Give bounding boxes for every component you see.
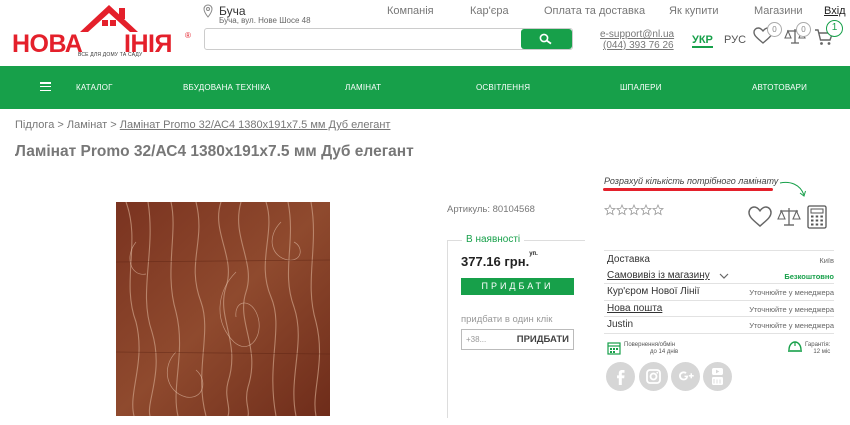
- page-title: Ламінат Promo 32/АС4 1380х191х7.5 мм Дуб…: [15, 143, 414, 160]
- one-click-phone-field[interactable]: +38... ПРИДБАТИ: [461, 329, 574, 350]
- breadcrumb: Підлога > Ламінат > Ламінат Promo 32/АС4…: [15, 119, 390, 131]
- stock-status: В наявності: [462, 234, 525, 245]
- return-line-2: до 14 днів: [650, 349, 679, 355]
- delivery-label: Justin: [607, 319, 634, 330]
- nav-lighting[interactable]: Освітлення: [476, 83, 530, 92]
- product-price: 377.16 грн.уп.: [461, 250, 538, 269]
- delivery-row: Кур'єром Нової Лінії Уточнюйте у менедже…: [604, 284, 834, 300]
- return-exchange-text: Повернення/обмін до 14 днів: [624, 342, 678, 356]
- nav-auto-goods[interactable]: Автотовари: [752, 83, 807, 92]
- delivery-row: Доставка Київ: [604, 252, 834, 268]
- delivery-value: Уточнюйте у менеджера: [749, 288, 834, 297]
- delivery-value: Уточнюйте у менеджера: [749, 305, 834, 314]
- price-value: 377.16 грн.: [461, 254, 530, 269]
- add-to-compare-icon[interactable]: [777, 206, 801, 228]
- warranty-icon: [788, 341, 802, 352]
- nav-wallpaper[interactable]: Шпалери: [620, 83, 662, 92]
- google-plus-button[interactable]: [671, 362, 700, 391]
- warranty-line-2: 12 міс: [813, 349, 831, 355]
- nav-catalog[interactable]: Каталог: [76, 83, 113, 92]
- favorites-count-badge: 0: [767, 22, 782, 37]
- main-navigation: Каталог Вбудована техніка Ламінат Освітл…: [0, 66, 850, 109]
- delivery-label: Кур'єром Нової Лінії: [607, 286, 700, 297]
- delivery-row[interactable]: Самовивіз із магазину Безкоштовно: [604, 268, 834, 284]
- language-rus[interactable]: РУС: [724, 34, 746, 46]
- return-line-1: Повернення/обмін: [624, 342, 676, 348]
- chevron-down-icon[interactable]: [719, 273, 729, 280]
- top-link-company[interactable]: Компанія: [387, 5, 434, 17]
- login-link[interactable]: Вхід: [824, 5, 846, 17]
- top-link-payment-delivery[interactable]: Оплата та доставка: [544, 5, 645, 17]
- divider: [604, 333, 834, 334]
- top-link-how-to-buy[interactable]: Як купити: [669, 5, 719, 17]
- google-plus-icon: [679, 371, 694, 381]
- divider: [604, 250, 834, 251]
- warranty-line-1: Гарантія:: [805, 342, 831, 348]
- compare-count-badge: 0: [796, 22, 811, 37]
- laminate-calculator-link[interactable]: Розрахуй кількість потрібного ламінату: [604, 176, 778, 186]
- rating-stars[interactable]: [604, 204, 664, 216]
- youtube-icon: [712, 368, 723, 385]
- facebook-icon: [617, 370, 625, 385]
- breadcrumb-laminate[interactable]: Ламінат: [67, 119, 107, 131]
- nav-laminate[interactable]: Ламінат: [345, 83, 381, 92]
- nav-built-in-appliances[interactable]: Вбудована техніка: [183, 83, 270, 92]
- location-pin-icon: [203, 4, 213, 18]
- breadcrumb-separator: >: [110, 119, 117, 131]
- return-exchange-icon: [607, 342, 621, 355]
- cart-count-badge: 1: [826, 20, 843, 37]
- logo-tagline: ВСЕ ДЛЯ ДОМУ ТА САДУ: [78, 52, 143, 58]
- delivery-value: Київ: [819, 256, 834, 265]
- site-logo[interactable]: НОВА ІНІЯ ® ВСЕ ДЛЯ ДОМУ ТА САДУ: [12, 4, 197, 60]
- one-click-label: придбати в один клік: [461, 314, 553, 325]
- delivery-value: Уточнюйте у менеджера: [749, 321, 834, 330]
- product-image[interactable]: [116, 202, 330, 416]
- add-to-favorites-icon[interactable]: [748, 206, 772, 228]
- instagram-button[interactable]: [639, 362, 668, 391]
- calculator-highlight-underline: [603, 188, 773, 191]
- logo-registered-mark: ®: [185, 31, 191, 40]
- facebook-button[interactable]: [606, 362, 635, 391]
- menu-burger-icon[interactable]: [40, 82, 51, 92]
- store-address: Буча, вул. Нове Шосе 48: [219, 16, 311, 25]
- top-link-career[interactable]: Кар'єра: [470, 5, 509, 17]
- breadcrumb-floor[interactable]: Підлога: [15, 119, 54, 131]
- phone-placeholder: +38...: [466, 335, 487, 344]
- buy-button[interactable]: ПРИДБАТИ: [461, 278, 574, 295]
- delivery-label: Доставка: [607, 254, 650, 265]
- price-unit: уп.: [529, 250, 538, 257]
- curved-arrow-icon: [779, 181, 806, 197]
- breadcrumb-separator: >: [57, 119, 64, 131]
- calculator-icon[interactable]: [807, 205, 827, 229]
- logo-word-left: НОВА: [12, 30, 83, 58]
- delivery-row: Justin Уточнюйте у менеджера: [604, 317, 834, 333]
- product-article-number: Артикуль: 80104568: [447, 204, 535, 215]
- delivery-row[interactable]: Нова пошта Уточнюйте у менеджера: [604, 301, 834, 317]
- support-phone-link[interactable]: (044) 393 76 26: [603, 40, 674, 51]
- top-link-stores[interactable]: Магазини: [754, 5, 803, 17]
- search-input[interactable]: [204, 28, 573, 50]
- search-icon: [539, 33, 552, 45]
- delivery-value: Безкоштовно: [784, 272, 834, 281]
- site-header: НОВА ІНІЯ ® ВСЕ ДЛЯ ДОМУ ТА САДУ Буча Бу…: [0, 0, 850, 66]
- delivery-label[interactable]: Нова пошта: [607, 303, 662, 314]
- delivery-label[interactable]: Самовивіз із магазину: [607, 270, 710, 281]
- language-ukr[interactable]: УКР: [692, 34, 713, 48]
- youtube-button[interactable]: [703, 362, 732, 391]
- support-email-link[interactable]: e-support@nl.ua: [600, 29, 674, 40]
- instagram-icon: [646, 369, 661, 384]
- search-button[interactable]: [521, 29, 572, 49]
- breadcrumb-current-product[interactable]: Ламінат Promo 32/АС4 1380х191х7.5 мм Дуб…: [120, 119, 391, 131]
- one-click-buy-button[interactable]: ПРИДБАТИ: [517, 334, 569, 345]
- warranty-text: Гарантія: 12 міс: [805, 342, 830, 356]
